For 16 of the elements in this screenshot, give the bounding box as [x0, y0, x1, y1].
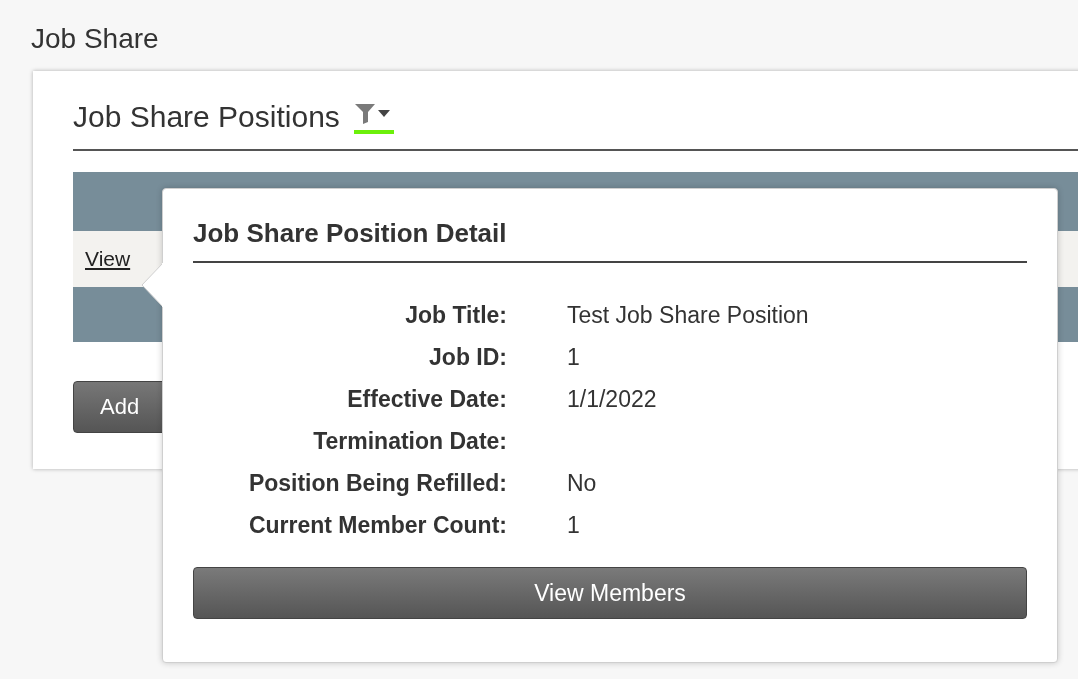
field-label: Position Being Refilled:	[247, 469, 507, 498]
view-members-button[interactable]: View Members	[193, 567, 1027, 619]
panel-title: Job Share Positions	[73, 99, 340, 135]
field-value: No	[567, 469, 598, 498]
field-value: 1/1/2022	[567, 385, 658, 414]
field-label: Job ID:	[428, 343, 507, 372]
field-label: Job Title:	[404, 301, 507, 330]
field-value: 1	[567, 511, 581, 540]
field-label: Current Member Count:	[247, 511, 507, 540]
field-label: Effective Date:	[346, 385, 507, 414]
page-title: Job Share	[31, 22, 159, 56]
field-value: 1	[567, 343, 581, 372]
view-link[interactable]: View	[85, 247, 131, 271]
field-label: Termination Date:	[312, 427, 507, 456]
field-value: Test Job Share Position	[567, 301, 810, 330]
popover-title: Job Share Position Detail	[193, 217, 508, 250]
